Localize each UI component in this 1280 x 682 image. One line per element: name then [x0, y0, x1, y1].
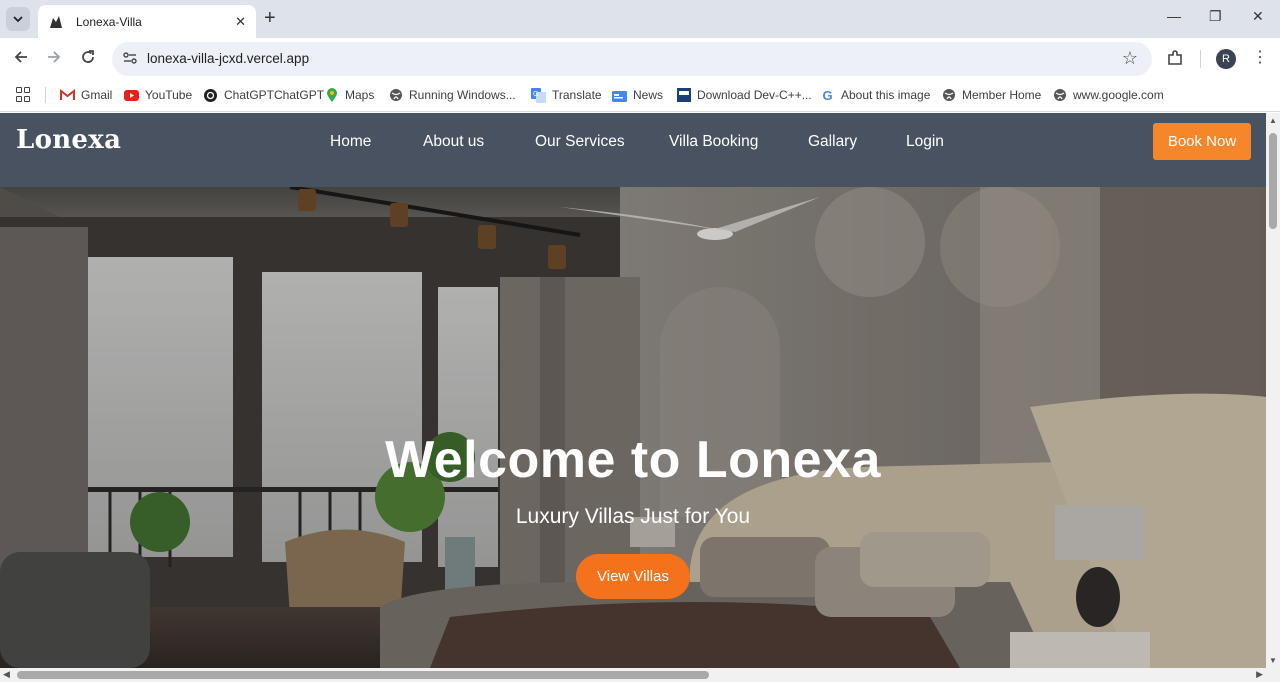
scroll-up-arrow-icon[interactable]: ▲ [1269, 116, 1277, 125]
hero-title: Welcome to Lonexa [385, 431, 881, 489]
bookmark-chatgpt[interactable]: ChatGPTChatGPT [203, 86, 324, 104]
google-icon: G [822, 87, 833, 103]
bookmark-youtube[interactable]: YouTube [124, 86, 192, 104]
close-tab-icon[interactable]: ✕ [235, 14, 246, 30]
bookmark-google[interactable]: www.google.com [1052, 86, 1164, 104]
nav-gallary[interactable]: Gallary [808, 133, 857, 151]
bookmark-label: News [633, 88, 664, 102]
nav-about-us[interactable]: About us [423, 133, 484, 151]
youtube-icon [124, 88, 139, 103]
extensions-icon[interactable] [1166, 49, 1184, 72]
gmail-icon [60, 88, 75, 103]
scroll-right-arrow-icon[interactable]: ▶ [1256, 669, 1263, 680]
bookmark-label: Translate [552, 88, 602, 102]
book-now-button[interactable]: Book Now [1153, 123, 1251, 160]
maps-icon [324, 87, 339, 103]
tab-search-button[interactable] [6, 7, 30, 31]
globe-icon [1052, 88, 1067, 103]
bookmark-label: Download Dev-C++... [697, 88, 812, 102]
nav-login[interactable]: Login [906, 133, 944, 151]
bookmark-label: Maps [345, 88, 375, 102]
villa-favicon-icon [48, 14, 64, 30]
toolbar-divider [1200, 50, 1201, 68]
bookmark-maps[interactable]: Maps [324, 86, 374, 104]
address-bar[interactable]: lonexa-villa-jcxd.vercel.app ☆ [112, 42, 1152, 76]
bookmark-label: About this image [841, 88, 931, 102]
hero-subtitle: Luxury Villas Just for You [515, 505, 751, 528]
bookmark-label: www.google.com [1073, 88, 1164, 102]
globe-icon [941, 88, 956, 103]
reload-icon[interactable] [80, 49, 96, 70]
new-tab-button[interactable]: + [264, 8, 276, 28]
apps-grid-icon[interactable] [16, 87, 32, 103]
horizontal-scroll-thumb[interactable] [17, 671, 709, 679]
vertical-scrollbar[interactable]: ▲ ▼ [1266, 113, 1280, 668]
tab-title: Lonexa-Villa [76, 14, 142, 29]
restore-button[interactable]: ❐ [1209, 8, 1222, 25]
bookmarks-bar: Gmail YouTube ChatGPTChatGPT Maps Runnin… [0, 80, 1280, 112]
bookmark-member-home[interactable]: Member Home [941, 86, 1041, 104]
scroll-down-arrow-icon[interactable]: ▼ [1269, 656, 1277, 665]
site-logo[interactable]: Lonexa [16, 125, 121, 155]
bookmark-translate[interactable]: G Translate [531, 86, 602, 104]
url-text[interactable]: lonexa-villa-jcxd.vercel.app [147, 51, 309, 66]
hero-section: Welcome to Lonexa Luxury Villas Just for… [0, 187, 1266, 668]
bookmark-star-icon[interactable]: ☆ [1122, 48, 1138, 69]
chatgpt-icon [203, 88, 218, 103]
bookmark-about-image[interactable]: G About this image [820, 86, 930, 104]
vertical-scroll-thumb[interactable] [1269, 133, 1277, 229]
bookmark-label: Gmail [81, 88, 113, 102]
svg-text:G: G [533, 91, 538, 98]
nav-villa-booking[interactable]: Villa Booking [669, 133, 758, 151]
view-villas-button[interactable]: View Villas [576, 554, 690, 599]
site-info-icon[interactable] [122, 50, 138, 66]
chevron-down-icon [13, 16, 23, 23]
bookmark-label: YouTube [145, 88, 193, 102]
bookmark-label: Running Windows... [409, 88, 516, 102]
bookmark-label: Member Home [962, 88, 1042, 102]
profile-avatar[interactable]: R [1216, 49, 1236, 69]
bookmark-running-windows[interactable]: Running Windows... [388, 86, 516, 104]
globe-icon [388, 88, 403, 103]
news-icon [612, 88, 627, 103]
bookmark-label: ChatGPTChatGPT [224, 88, 325, 102]
back-arrow-icon[interactable] [13, 49, 29, 70]
bookmark-devcpp[interactable]: Download Dev-C++... [676, 86, 812, 104]
bookmarks-separator [45, 87, 46, 103]
scroll-left-arrow-icon[interactable]: ◀ [3, 669, 10, 680]
active-tab[interactable]: Lonexa-Villa ✕ [38, 5, 256, 38]
close-window-button[interactable]: ✕ [1252, 8, 1264, 25]
devcpp-icon [676, 88, 691, 103]
nav-home[interactable]: Home [330, 133, 371, 151]
nav-our-services[interactable]: Our Services [535, 133, 625, 151]
horizontal-scrollbar[interactable]: ◀ ▶ [0, 668, 1280, 682]
translate-icon: G [531, 87, 546, 103]
forward-arrow-icon[interactable] [46, 49, 62, 70]
site-navbar: Lonexa Home About us Our Services Villa … [0, 113, 1266, 187]
browser-toolbar: lonexa-villa-jcxd.vercel.app ☆ [0, 38, 1280, 80]
bookmark-gmail[interactable]: Gmail [60, 86, 112, 104]
minimize-button[interactable]: — [1167, 8, 1181, 24]
bookmark-news[interactable]: News [612, 86, 663, 104]
more-menu-icon[interactable]: ⋮ [1252, 47, 1268, 67]
tab-strip: Lonexa-Villa ✕ + — ❐ ✕ [0, 0, 1280, 38]
